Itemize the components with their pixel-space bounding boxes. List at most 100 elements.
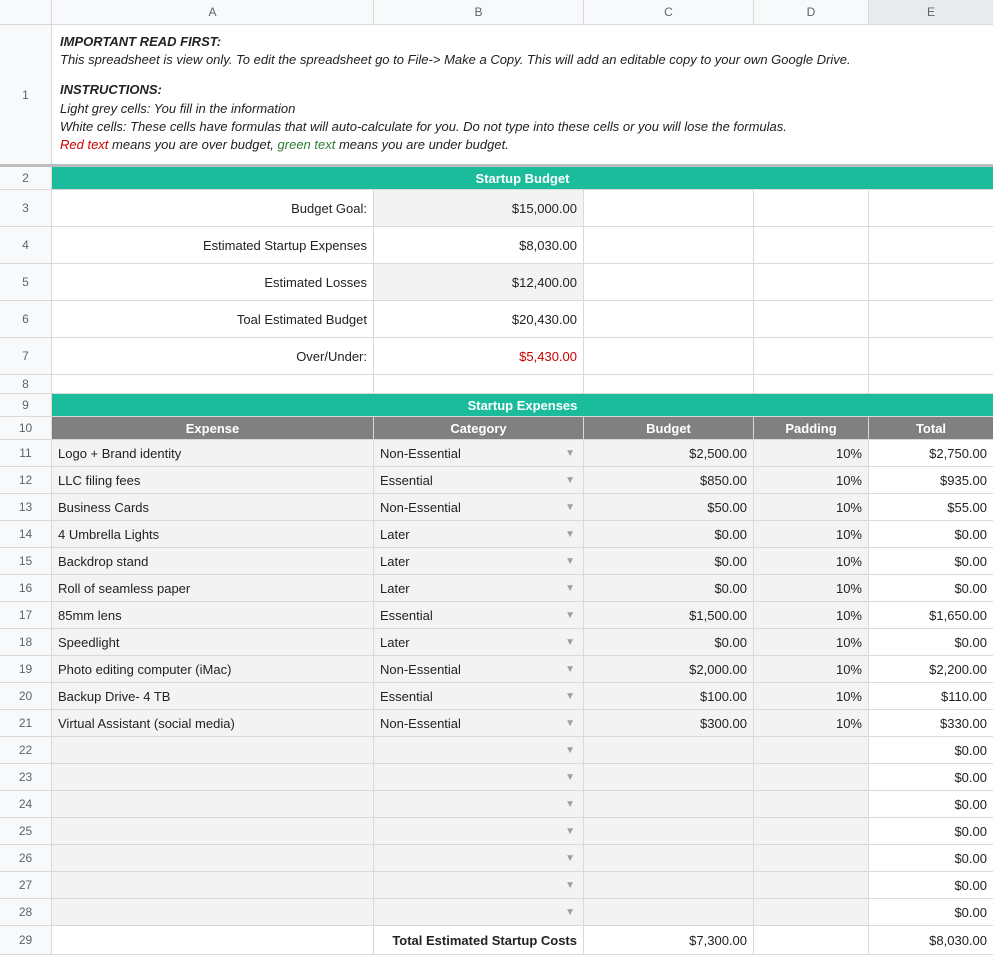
row-header[interactable]: 19 [0,656,52,682]
padding-value[interactable] [754,899,869,925]
row-header[interactable]: 12 [0,467,52,493]
budget-value[interactable]: $50.00 [584,494,754,520]
budget-value[interactable]: $0.00 [584,575,754,601]
category-dropdown[interactable]: ▼ [380,853,577,864]
category-cell[interactable]: ▼ [374,737,584,763]
category-cell[interactable]: Essential▼ [374,602,584,628]
expense-name[interactable]: Photo editing computer (iMac) [52,656,374,682]
row-header[interactable]: 2 [0,167,52,189]
category-cell[interactable]: Non-Essential▼ [374,656,584,682]
expense-name[interactable]: Speedlight [52,629,374,655]
category-dropdown[interactable]: ▼ [380,799,577,810]
total-value[interactable]: $0.00 [869,872,993,898]
row-header[interactable]: 11 [0,440,52,466]
expense-name[interactable]: Business Cards [52,494,374,520]
category-dropdown[interactable]: Later▼ [380,581,577,596]
cell[interactable] [584,301,754,337]
category-cell[interactable]: Later▼ [374,629,584,655]
padding-value[interactable] [754,818,869,844]
row-header[interactable]: 9 [0,394,52,416]
budget-value[interactable]: $1,500.00 [584,602,754,628]
row-header[interactable]: 6 [0,301,52,337]
cell[interactable] [869,264,993,300]
cell[interactable] [754,190,869,226]
total-value[interactable]: $0.00 [869,575,993,601]
row-header[interactable]: 13 [0,494,52,520]
budget-value[interactable] [584,845,754,871]
startup-expenses-banner[interactable]: Startup Expenses [52,394,993,416]
category-dropdown[interactable]: Later▼ [380,554,577,569]
category-cell[interactable]: Non-Essential▼ [374,494,584,520]
row-header[interactable]: 18 [0,629,52,655]
category-dropdown[interactable]: Non-Essential▼ [380,446,577,461]
padding-value[interactable]: 10% [754,548,869,574]
cell[interactable] [374,375,584,393]
budget-value[interactable] [584,818,754,844]
padding-value[interactable]: 10% [754,602,869,628]
total-value[interactable]: $330.00 [869,710,993,736]
category-dropdown[interactable]: ▼ [380,772,577,783]
padding-value[interactable] [754,737,869,763]
summary-value[interactable]: $20,430.00 [374,301,584,337]
category-cell[interactable]: Essential▼ [374,467,584,493]
budget-value[interactable]: $2,000.00 [584,656,754,682]
summary-label[interactable]: Budget Goal: [52,190,374,226]
category-cell[interactable]: Later▼ [374,548,584,574]
total-value[interactable]: $935.00 [869,467,993,493]
cell[interactable] [584,375,754,393]
summary-value[interactable]: $8,030.00 [374,227,584,263]
padding-value[interactable]: 10% [754,656,869,682]
budget-value[interactable] [584,764,754,790]
row-header[interactable]: 21 [0,710,52,736]
total-value[interactable]: $55.00 [869,494,993,520]
padding-value[interactable] [754,764,869,790]
cell[interactable] [52,375,374,393]
padding-value[interactable]: 10% [754,629,869,655]
expense-name[interactable] [52,872,374,898]
total-value[interactable]: $2,750.00 [869,440,993,466]
total-value[interactable]: $0.00 [869,629,993,655]
padding-value[interactable] [754,791,869,817]
budget-value[interactable] [584,791,754,817]
category-dropdown[interactable]: ▼ [380,745,577,756]
header-budget[interactable]: Budget [584,417,754,439]
expense-name[interactable]: Backdrop stand [52,548,374,574]
category-cell[interactable]: ▼ [374,764,584,790]
cell[interactable] [584,264,754,300]
expense-name[interactable]: Logo + Brand identity [52,440,374,466]
expense-name[interactable] [52,791,374,817]
category-cell[interactable]: Later▼ [374,521,584,547]
row-header[interactable]: 16 [0,575,52,601]
category-dropdown[interactable]: Essential▼ [380,689,577,704]
expense-name[interactable] [52,899,374,925]
category-dropdown[interactable]: Non-Essential▼ [380,716,577,731]
expense-name[interactable] [52,845,374,871]
category-cell[interactable]: Essential▼ [374,683,584,709]
row-header[interactable]: 15 [0,548,52,574]
summary-value[interactable]: $12,400.00 [374,264,584,300]
total-value[interactable]: $0.00 [869,818,993,844]
cell[interactable] [584,338,754,374]
cell[interactable] [754,338,869,374]
budget-value[interactable]: $100.00 [584,683,754,709]
total-value[interactable]: $0.00 [869,791,993,817]
category-dropdown[interactable]: ▼ [380,907,577,918]
total-value[interactable]: $0.00 [869,521,993,547]
cell[interactable] [869,301,993,337]
col-header-c[interactable]: C [584,0,754,24]
category-dropdown[interactable]: Non-Essential▼ [380,662,577,677]
category-cell[interactable]: Non-Essential▼ [374,440,584,466]
row-header[interactable]: 1 [0,25,52,164]
category-dropdown[interactable]: ▼ [380,826,577,837]
col-header-b[interactable]: B [374,0,584,24]
expense-name[interactable] [52,818,374,844]
row-header[interactable]: 23 [0,764,52,790]
padding-value[interactable] [754,872,869,898]
budget-value[interactable] [584,737,754,763]
total-value[interactable]: $0.00 [869,548,993,574]
row-header[interactable]: 7 [0,338,52,374]
expense-name[interactable]: 85mm lens [52,602,374,628]
cell[interactable] [584,190,754,226]
padding-value[interactable]: 10% [754,494,869,520]
header-total[interactable]: Total [869,417,993,439]
